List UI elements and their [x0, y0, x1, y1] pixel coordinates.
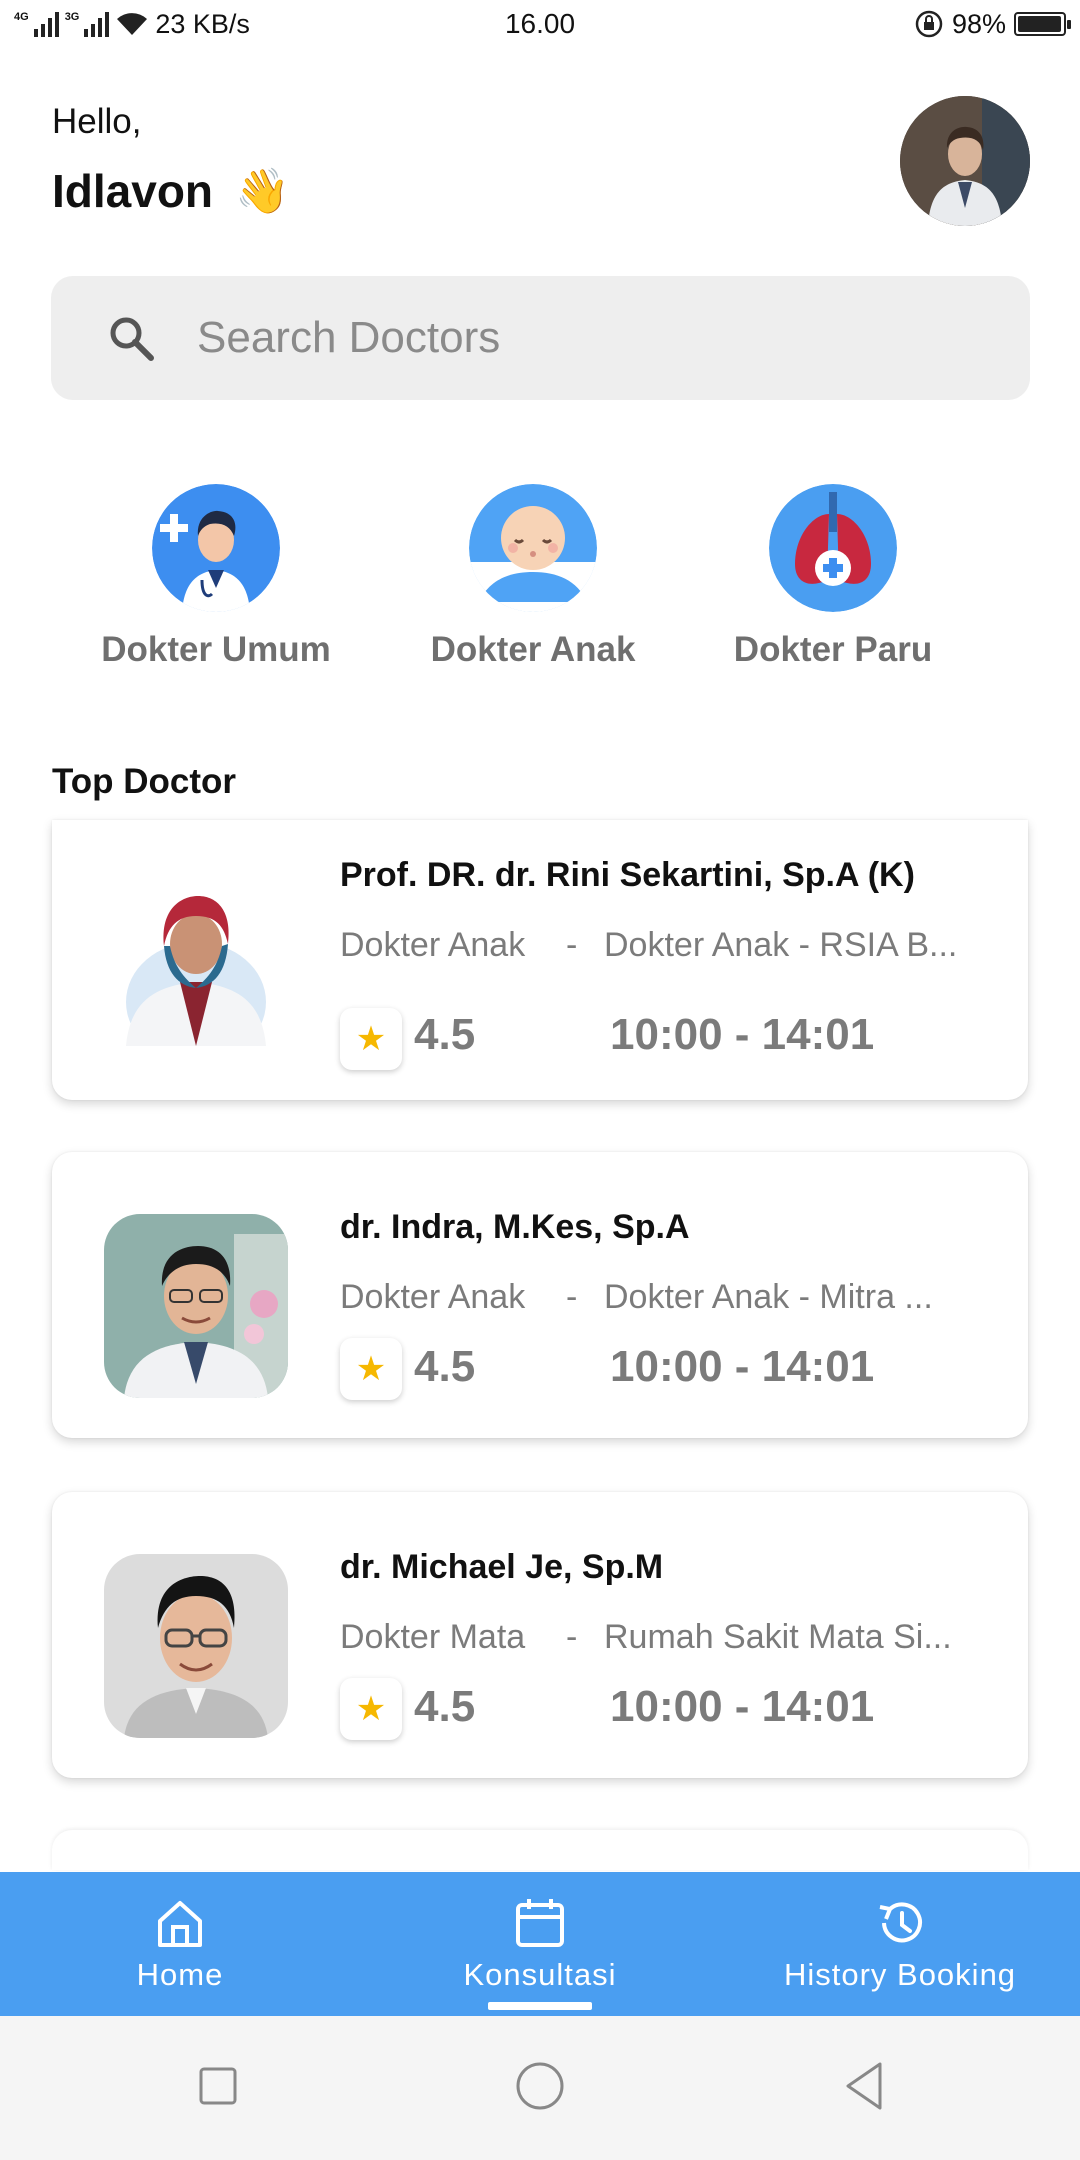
doctor-portrait: [104, 1554, 288, 1738]
doctor-rating: 4.5: [414, 1682, 476, 1731]
nav-label: History Booking: [783, 1957, 1017, 1992]
category-label: Dokter Anak: [430, 630, 636, 669]
star-icon: ★: [340, 1678, 402, 1740]
doctor-photo: [104, 1214, 288, 1398]
top-doctor-title: Top Doctor: [52, 762, 237, 801]
category-label: Dokter Umum: [101, 630, 331, 669]
doctor-name: Prof. DR. dr. Rini Sekartini, Sp.A (K): [340, 856, 915, 894]
battery-icon: [1014, 12, 1071, 36]
doctor-hospital: Dokter Anak - RSIA B...: [604, 926, 958, 964]
doctor-card[interactable]: Prof. DR. dr. Rini Sekartini, Sp.A (K) D…: [52, 820, 1028, 1100]
baby-icon: [469, 484, 597, 612]
home-icon: [158, 1901, 202, 1947]
avatar-portrait: [900, 96, 1030, 226]
search-icon: [110, 317, 154, 361]
doctor-specialty: Dokter Anak: [340, 1278, 526, 1316]
doctor-separator: -: [566, 1278, 578, 1316]
search-input[interactable]: Search Doctors: [197, 313, 500, 363]
category-dokter-umum[interactable]: Dokter Umum: [86, 484, 346, 670]
doctor-portrait: [126, 896, 266, 1046]
nav-label: Home: [136, 1957, 224, 1992]
nav-label: Konsultasi: [463, 1957, 617, 1992]
star-icon: ★: [340, 1008, 402, 1070]
bottom-navigation: Home Konsultasi History Booking: [0, 1872, 1080, 2016]
active-tab-indicator: [488, 2002, 592, 2010]
doctor-photo: [104, 862, 288, 1046]
history-icon: [879, 1902, 922, 1943]
doctor-card[interactable]: dr. Michael Je, Sp.M Dokter Mata - Rumah…: [52, 1492, 1028, 1778]
status-time: 16.00: [504, 8, 576, 39]
doctor-hospital: Dokter Anak - Mitra ...: [604, 1278, 933, 1316]
doctor-separator: -: [566, 926, 578, 964]
user-name: Idlavon: [52, 165, 214, 217]
doctor-specialty: Dokter Anak: [340, 926, 526, 964]
back-button[interactable]: [842, 2060, 886, 2112]
calendar-icon: [516, 1899, 564, 1947]
lungs-icon: [769, 484, 897, 612]
general-doctor-icon: [152, 484, 280, 612]
doctor-separator: -: [566, 1618, 578, 1656]
doctor-name: dr. Indra, M.Kes, Sp.A: [340, 1208, 690, 1246]
category-dokter-anak[interactable]: Dokter Anak: [403, 484, 663, 670]
category-dokter-paru[interactable]: Dokter Paru: [703, 484, 963, 670]
profile-avatar[interactable]: [900, 96, 1030, 226]
doctor-photo: [104, 1554, 288, 1738]
doctor-portrait: [104, 1214, 288, 1398]
doctor-hours: 10:00 - 14:01: [610, 1010, 875, 1059]
recents-button[interactable]: [198, 2066, 238, 2106]
nav-history-booking[interactable]: History Booking: [720, 1872, 1080, 2016]
system-navigation-bar: [0, 2016, 1080, 2160]
greeting-hello: Hello,: [52, 102, 142, 141]
category-label: Dokter Paru: [733, 630, 933, 669]
greeting-name-row: Idlavon 👋: [52, 164, 290, 218]
doctor-name: dr. Michael Je, Sp.M: [340, 1548, 664, 1586]
doctor-specialty: Dokter Mata: [340, 1618, 526, 1656]
doctor-hours: 10:00 - 14:01: [610, 1682, 875, 1731]
doctor-card[interactable]: dr. Indra, M.Kes, Sp.A Dokter Anak - Dok…: [52, 1152, 1028, 1438]
wave-emoji: 👋: [235, 167, 290, 216]
home-button[interactable]: [514, 2060, 566, 2112]
doctor-hours: 10:00 - 14:01: [610, 1342, 875, 1391]
doctor-card-partial[interactable]: [52, 1830, 1028, 1870]
status-bar: 4G 3G 23 KB/s 16.00 98%: [0, 0, 1080, 48]
doctor-rating: 4.5: [414, 1010, 476, 1059]
nav-home[interactable]: Home: [0, 1872, 360, 2016]
doctor-rating: 4.5: [414, 1342, 476, 1391]
doctor-hospital: Rumah Sakit Mata Si...: [604, 1618, 952, 1656]
nav-konsultasi[interactable]: Konsultasi: [360, 1872, 720, 2016]
search-bar[interactable]: Search Doctors: [51, 276, 1030, 400]
battery-fill: [1018, 16, 1062, 32]
star-icon: ★: [340, 1338, 402, 1400]
